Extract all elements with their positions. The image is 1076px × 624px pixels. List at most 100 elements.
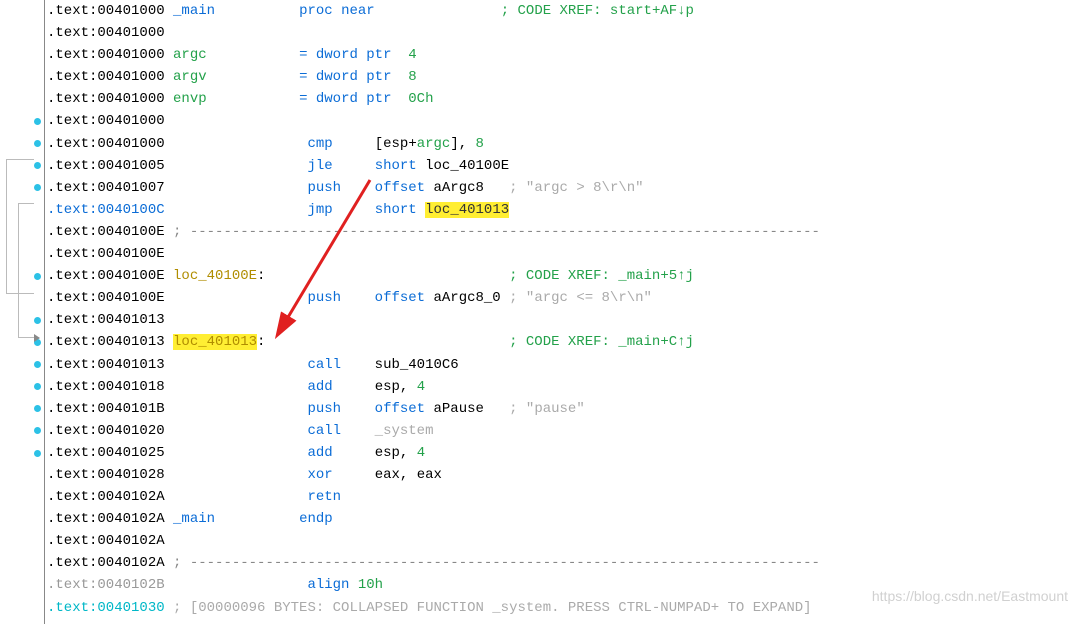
- token: esp: [375, 379, 400, 395]
- breakpoint-dot[interactable]: [34, 405, 41, 412]
- token: ; CODE XREF: _main+5↑j: [509, 268, 694, 284]
- token: offset: [375, 401, 434, 417]
- address: .text:00401025: [47, 445, 165, 461]
- ida-gutter: [0, 0, 45, 624]
- token: ; [00000096 BYTES: COLLAPSED FUNCTION _s…: [173, 600, 812, 616]
- token: aPause: [433, 401, 483, 417]
- breakpoint-dot[interactable]: [34, 140, 41, 147]
- flow-line: [18, 203, 19, 337]
- address: .text:00401000: [47, 113, 165, 129]
- disasm-line[interactable]: .text:0040101B push offset aPause ; "pau…: [47, 398, 1076, 420]
- address: .text:00401007: [47, 180, 165, 196]
- disasm-line[interactable]: .text:00401020 call _system: [47, 420, 1076, 442]
- token: 10h: [358, 577, 383, 593]
- breakpoint-dot[interactable]: [34, 450, 41, 457]
- token: push: [307, 401, 341, 417]
- disasm-line[interactable]: .text:00401000 _main proc near ; CODE XR…: [47, 0, 1076, 22]
- address: .text:00401000: [47, 69, 165, 85]
- token: argv: [173, 69, 207, 85]
- breakpoint-dot[interactable]: [34, 273, 41, 280]
- disasm-line[interactable]: .text:0040102A _main endp: [47, 508, 1076, 530]
- address: .text:00401018: [47, 379, 165, 395]
- token: ; "pause": [509, 401, 585, 417]
- address: .text:0040100E: [47, 246, 165, 262]
- disasm-line[interactable]: .text:00401007 push offset aArgc8 ; "arg…: [47, 177, 1076, 199]
- breakpoint-dot[interactable]: [34, 317, 41, 324]
- token: ; CODE XREF: _main+C↑j: [509, 334, 694, 350]
- flow-line: [18, 337, 34, 338]
- disasm-line[interactable]: .text:00401000: [47, 22, 1076, 44]
- token: jle: [307, 158, 332, 174]
- token: retn: [307, 489, 341, 505]
- token: ----------------------------------------…: [190, 224, 820, 240]
- token: add: [307, 379, 332, 395]
- breakpoint-dot[interactable]: [34, 383, 41, 390]
- disasm-line[interactable]: .text:00401013 loc_401013: ; CODE XREF: …: [47, 331, 1076, 353]
- token: proc near: [299, 3, 375, 19]
- token: = dword ptr: [299, 47, 408, 63]
- disasm-line[interactable]: .text:00401025 add esp, 4: [47, 442, 1076, 464]
- token: 0Ch: [408, 91, 433, 107]
- flow-line: [6, 293, 34, 294]
- token: loc_40100E: [425, 158, 509, 174]
- flow-line: [6, 159, 34, 160]
- flow-line: [6, 159, 7, 294]
- watermark: https://blog.csdn.net/Eastmount: [872, 588, 1068, 604]
- disasm-line[interactable]: .text:0040102A: [47, 530, 1076, 552]
- token: offset: [375, 180, 434, 196]
- disasm-line[interactable]: .text:00401000: [47, 110, 1076, 132]
- disasm-line[interactable]: .text:0040100C jmp short loc_401013: [47, 199, 1076, 221]
- disasm-line[interactable]: .text:00401028 xor eax, eax: [47, 464, 1076, 486]
- token: argc: [173, 47, 207, 63]
- address: .text:00401020: [47, 423, 165, 439]
- disasm-line[interactable]: .text:00401000 cmp [esp+argc], 8: [47, 133, 1076, 155]
- address: .text:00401000: [47, 136, 165, 152]
- disasm-line[interactable]: .text:0040100E loc_40100E: ; CODE XREF: …: [47, 265, 1076, 287]
- token: aArgc8_0: [433, 290, 500, 306]
- disassembly-view[interactable]: .text:00401000 _main proc near ; CODE XR…: [47, 0, 1076, 624]
- token: align: [307, 577, 357, 593]
- address: .text:00401005: [47, 158, 165, 174]
- disasm-line[interactable]: .text:00401005 jle short loc_40100E: [47, 155, 1076, 177]
- token: 4: [408, 47, 416, 63]
- address: .text:00401013: [47, 312, 165, 328]
- token: loc_401013: [425, 202, 509, 218]
- address: .text:0040102A: [47, 555, 165, 571]
- disasm-line[interactable]: .text:0040100E: [47, 243, 1076, 265]
- disasm-line[interactable]: .text:00401000 argv = dword ptr 8: [47, 66, 1076, 88]
- disasm-line[interactable]: .text:0040102A retn: [47, 486, 1076, 508]
- token: ----------------------------------------…: [190, 555, 820, 571]
- token: add: [307, 445, 332, 461]
- token: esp: [375, 445, 400, 461]
- token: loc_40100E: [173, 268, 257, 284]
- token: offset: [375, 290, 434, 306]
- token: ; "argc <= 8\r\n": [509, 290, 652, 306]
- disasm-line[interactable]: .text:00401000 envp = dword ptr 0Ch: [47, 88, 1076, 110]
- disasm-line[interactable]: .text:00401018 add esp, 4: [47, 376, 1076, 398]
- disasm-line[interactable]: .text:0040100E push offset aArgc8_0 ; "a…: [47, 287, 1076, 309]
- token: eax: [375, 467, 400, 483]
- breakpoint-dot[interactable]: [34, 427, 41, 434]
- address: .text:0040102A: [47, 533, 165, 549]
- address: .text:00401000: [47, 3, 165, 19]
- disasm-line[interactable]: .text:0040100E ; -----------------------…: [47, 221, 1076, 243]
- breakpoint-dot[interactable]: [34, 118, 41, 125]
- disasm-line[interactable]: .text:00401000 argc = dword ptr 4: [47, 44, 1076, 66]
- disasm-line[interactable]: .text:00401013 call sub_4010C6: [47, 354, 1076, 376]
- token: 4: [417, 379, 425, 395]
- address: .text:00401000: [47, 25, 165, 41]
- address: .text:0040102A: [47, 511, 165, 527]
- address: .text:00401013: [47, 357, 165, 373]
- address: .text:0040102B: [47, 577, 165, 593]
- breakpoint-dot[interactable]: [34, 184, 41, 191]
- flow-arrow-icon: [34, 334, 40, 342]
- token: short: [375, 202, 425, 218]
- disasm-line[interactable]: .text:0040102A ; -----------------------…: [47, 552, 1076, 574]
- token: push: [307, 290, 341, 306]
- address: .text:00401030: [47, 600, 165, 616]
- token: short: [375, 158, 425, 174]
- breakpoint-dot[interactable]: [34, 162, 41, 169]
- breakpoint-dot[interactable]: [34, 361, 41, 368]
- disasm-line[interactable]: .text:00401013: [47, 309, 1076, 331]
- token: _main: [173, 511, 215, 527]
